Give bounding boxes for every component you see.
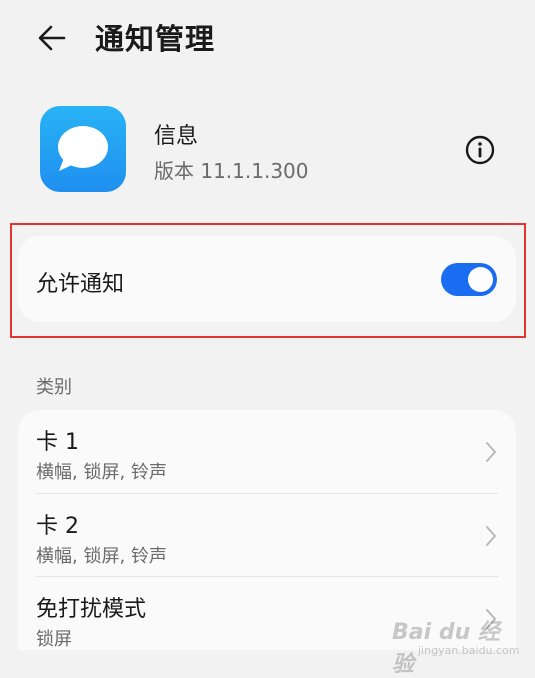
allow-notifications-label: 允许通知 bbox=[36, 272, 125, 297]
page-title: 通知管理 bbox=[95, 22, 216, 56]
app-version: 版本 11.1.1.300 bbox=[154, 159, 309, 183]
toggle-knob bbox=[468, 267, 493, 292]
info-circle-icon[interactable] bbox=[464, 134, 496, 166]
list-item-title: 免打扰模式 bbox=[36, 597, 147, 622]
list-item-subtitle: 横幅, 锁屏, 铃声 bbox=[36, 546, 167, 567]
list-item-card2[interactable]: 卡 2 横幅, 锁屏, 铃声 bbox=[18, 494, 516, 577]
list-item-subtitle: 锁屏 bbox=[36, 629, 72, 650]
watermark-logo: Bai du 经验 jingyan.baidu.com bbox=[392, 614, 520, 677]
message-bubble-icon bbox=[58, 126, 108, 171]
list-item-title: 卡 2 bbox=[36, 514, 79, 539]
list-item-title: 卡 1 bbox=[36, 430, 79, 455]
app-name: 信息 bbox=[154, 124, 199, 149]
app-icon-message bbox=[40, 106, 126, 192]
chevron-right-icon bbox=[486, 442, 496, 462]
list-item-card1[interactable]: 卡 1 横幅, 锁屏, 铃声 bbox=[18, 410, 516, 493]
chevron-right-icon bbox=[486, 526, 496, 546]
list-item-subtitle: 横幅, 锁屏, 铃声 bbox=[36, 462, 167, 483]
watermark-url: jingyan.baidu.com bbox=[418, 644, 520, 657]
allow-notifications-toggle[interactable] bbox=[441, 263, 497, 296]
back-arrow-icon[interactable] bbox=[34, 18, 74, 58]
section-label-categories: 类别 bbox=[36, 377, 72, 398]
